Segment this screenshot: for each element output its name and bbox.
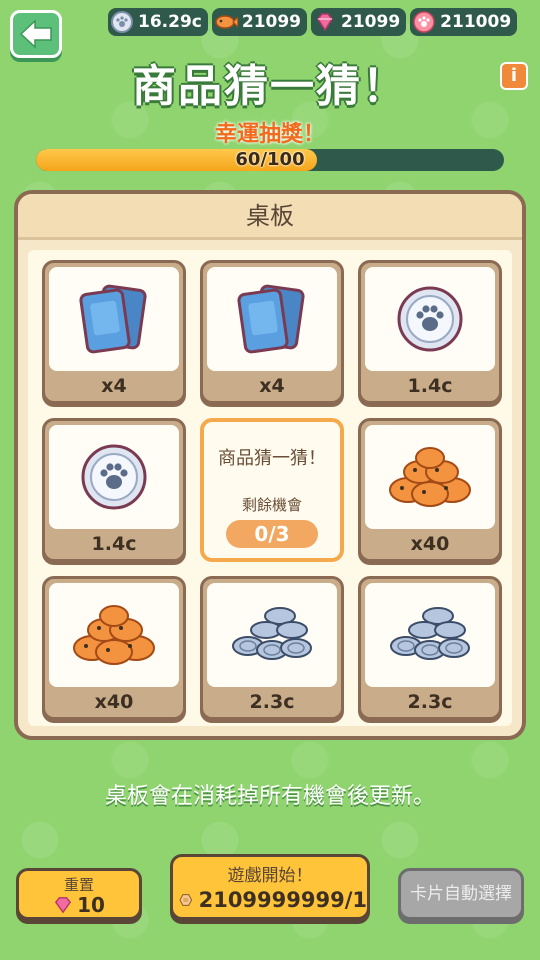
gem-icon xyxy=(55,897,72,914)
board-panel: 桌板 x4 x4 1.4c 1.4c 商品猜一猜！ 剩餘機會 0/3 x40 x… xyxy=(14,190,526,740)
reset-label: 重置 xyxy=(63,876,94,894)
card-quantity: x4 xyxy=(259,375,285,397)
card-quantity: 1.4c xyxy=(407,375,453,397)
card-quantity: x4 xyxy=(101,375,127,397)
card-grid: x4 x4 1.4c 1.4c 商品猜一猜！ 剩餘機會 0/3 x40 x40 … xyxy=(42,260,502,720)
currency-value: 21099 xyxy=(341,12,401,32)
start-label: 遊戲開始！ xyxy=(227,866,313,886)
guess-title: 商品猜一猜！ xyxy=(218,448,326,469)
reset-cost-value: 10 xyxy=(77,893,105,917)
card-quantity: 2.3c xyxy=(249,691,295,713)
guess-panel: 商品猜一猜！ 剩餘機會 0/3 xyxy=(200,418,344,562)
start-cost: 2109999999/1 xyxy=(179,887,367,913)
fish-pile-icon xyxy=(49,583,179,687)
start-cost-value: 2109999999/1 xyxy=(198,888,367,912)
board-area: x4 x4 1.4c 1.4c 商品猜一猜！ 剩餘機會 0/3 x40 x40 … xyxy=(28,250,512,726)
board-title: 桌板 xyxy=(18,194,522,240)
card-quantity: 1.4c xyxy=(91,533,137,555)
currency-bar: 16.29c 21099 21099 211009 xyxy=(108,8,518,36)
card-pack-icon xyxy=(49,267,179,371)
reset-button[interactable]: 重置 10 xyxy=(16,868,142,920)
fish-pile-icon xyxy=(365,425,495,529)
gem-icon xyxy=(313,10,337,34)
prize-card[interactable]: x4 xyxy=(200,260,344,404)
prize-card[interactable]: x40 xyxy=(42,576,186,720)
currency-value: 21099 xyxy=(241,12,302,32)
info-button[interactable]: i xyxy=(500,62,528,90)
currency-value: 211009 xyxy=(440,12,512,32)
fish-icon xyxy=(214,10,238,34)
prize-card[interactable]: x40 xyxy=(358,418,502,562)
currency-value: 16.29c xyxy=(138,12,202,32)
card-quantity: 2.3c xyxy=(407,691,453,713)
prize-card[interactable]: 1.4c xyxy=(42,418,186,562)
start-game-button[interactable]: 遊戲開始！ 2109999999/1 xyxy=(170,854,370,920)
coin-stack-icon xyxy=(365,583,495,687)
ticket-icon xyxy=(179,894,193,906)
auto-select-button[interactable]: 卡片自動選擇 xyxy=(398,868,524,920)
remaining-chances-label: 剩餘機會 xyxy=(241,496,302,514)
progress-text: 60/100 xyxy=(235,149,305,170)
card-quantity: x40 xyxy=(94,691,134,713)
card-quantity: x40 xyxy=(410,533,450,555)
remaining-chances-count: 0/3 xyxy=(226,520,318,548)
prize-card[interactable]: x4 xyxy=(42,260,186,404)
lucky-progress-bar: 60/100 xyxy=(36,149,504,171)
reset-cost: 10 xyxy=(19,893,139,917)
card-pack-icon xyxy=(207,267,337,371)
currency-fish: 21099 xyxy=(211,8,308,36)
prize-card[interactable]: 2.3c xyxy=(200,576,344,720)
prize-card[interactable]: 1.4c xyxy=(358,260,502,404)
paw-coin-icon xyxy=(49,425,179,529)
currency-gem: 21099 xyxy=(311,8,407,36)
currency-paw-coin: 16.29c xyxy=(108,8,208,36)
coin-stack-icon xyxy=(207,583,337,687)
paw-coin-icon xyxy=(110,10,134,34)
paw-token-icon xyxy=(412,10,436,34)
page-title: 商品猜一猜！ xyxy=(132,61,408,112)
paw-coin-icon xyxy=(365,267,495,371)
currency-paw-token: 211009 xyxy=(410,8,518,36)
board-refresh-note: 桌板會在消耗掉所有機會後更新。 xyxy=(104,784,435,809)
back-arrow-icon xyxy=(19,19,52,49)
prize-card[interactable]: 2.3c xyxy=(358,576,502,720)
lucky-draw-label: 幸運抽獎！ xyxy=(214,122,325,147)
